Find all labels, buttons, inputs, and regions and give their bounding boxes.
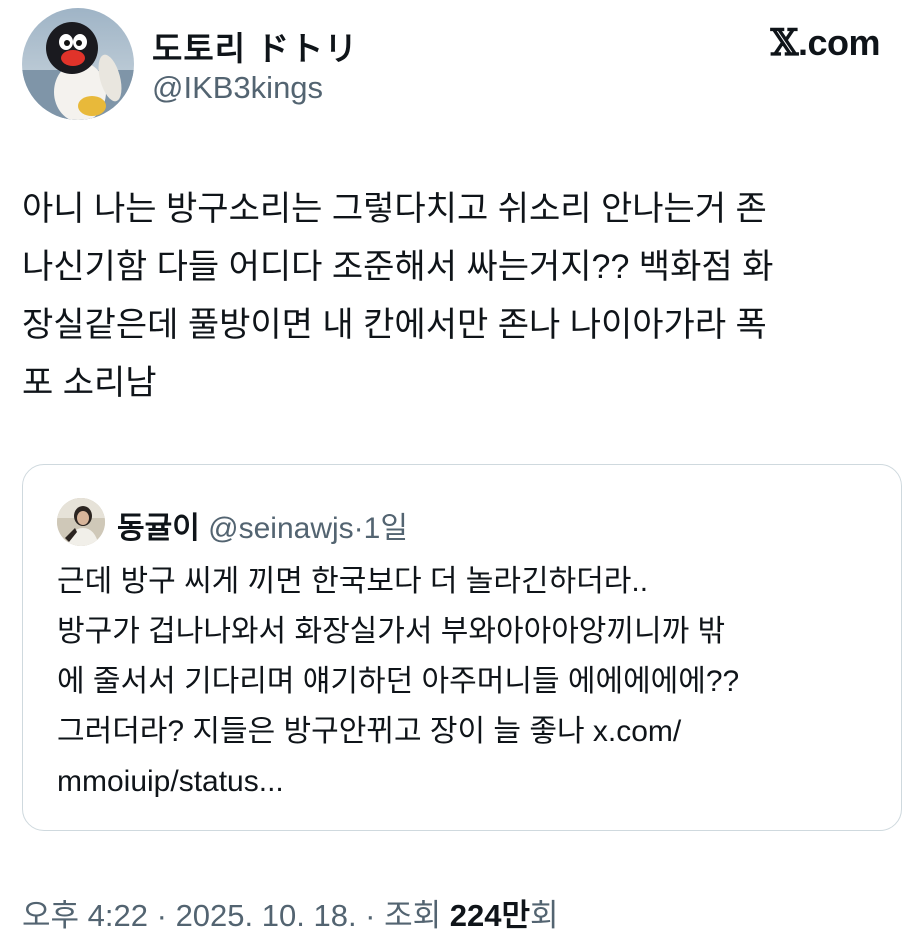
quote-timestamp[interactable]: 1일 bbox=[364, 512, 408, 545]
meta-separator: · bbox=[148, 898, 176, 933]
quote-display-name[interactable]: 동귤이 bbox=[117, 512, 200, 545]
user-handle[interactable]: @IKB3kings bbox=[152, 70, 323, 106]
tweet-time[interactable]: 오후 4:22 bbox=[22, 898, 148, 933]
x-logo: 𝕏.com bbox=[770, 22, 881, 64]
tweet-meta: 오후 4:22 · 2025. 10. 18. · 조회 224만회 bbox=[22, 890, 559, 933]
display-name[interactable]: 도토리 ドトリ bbox=[152, 22, 358, 70]
quote-tweet-card[interactable]: 동귤이 @seinawjs·1일 근데 방구 씨게 끼면 한국보다 더 놀라긴하… bbox=[22, 464, 902, 831]
quote-separator: · bbox=[353, 512, 364, 545]
views-prefix: 조회 bbox=[384, 898, 450, 933]
tweet-screenshot: 도토리 ドトリ @IKB3kings 𝕏.com 아니 나는 방구소리는 그렇다… bbox=[0, 0, 924, 933]
quote-avatar[interactable] bbox=[57, 498, 105, 546]
quote-handle[interactable]: @seinawjs bbox=[208, 512, 354, 545]
person-avatar-icon bbox=[57, 498, 105, 546]
meta-separator: · bbox=[356, 898, 385, 933]
tweet-text: 아니 나는 방구소리는 그렇다치고 쉬소리 안나는거 존 나신기함 다들 어디다… bbox=[22, 190, 774, 402]
penguin-avatar-icon bbox=[22, 22, 134, 120]
user-avatar[interactable] bbox=[22, 8, 134, 120]
tweet-date[interactable]: 2025. 10. 18. bbox=[176, 898, 357, 933]
views-count: 224만 bbox=[449, 898, 531, 933]
quote-header: 동귤이 @seinawjs·1일 bbox=[117, 503, 408, 547]
views-suffix: 회 bbox=[530, 898, 559, 933]
quote-text: 근데 방구 씨게 끼면 한국보다 더 놀라긴하더라.. 방구가 겁나나와서 화장… bbox=[57, 565, 740, 798]
x-brand-icon: 𝕏 bbox=[770, 22, 799, 64]
brand-suffix: .com bbox=[797, 22, 881, 63]
